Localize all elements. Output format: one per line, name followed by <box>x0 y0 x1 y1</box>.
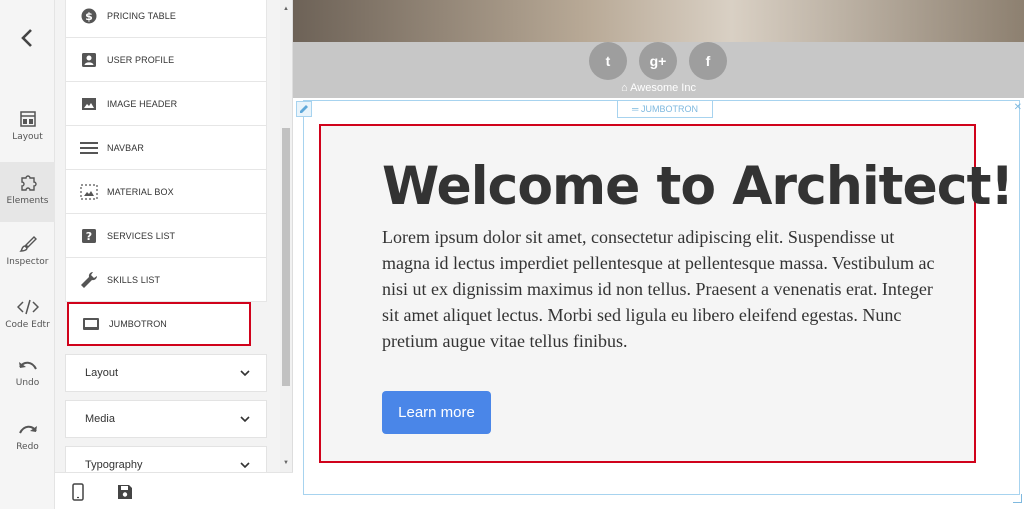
twitter-icon[interactable]: t <box>589 42 627 80</box>
header-image <box>293 0 1024 42</box>
image-icon <box>79 94 99 114</box>
element-label: IMAGE HEADER <box>107 98 178 109</box>
brand-logo-icon: ⌂ <box>621 82 628 94</box>
mobile-icon[interactable] <box>69 483 87 501</box>
element-image-header[interactable]: IMAGE HEADER <box>65 82 267 126</box>
chevron-down-icon <box>240 370 250 376</box>
rail-label: Elements <box>6 196 49 206</box>
element-material-box[interactable]: MATERIAL BOX <box>65 170 267 214</box>
element-label: MATERIAL BOX <box>107 186 174 197</box>
editor-canvas[interactable]: t g+ f ⌂ Awesome Inc ═ JUMBOTRON ✕ Welco… <box>293 0 1024 509</box>
google-plus-glyph: g+ <box>649 53 667 69</box>
rail-label: Layout <box>12 132 43 142</box>
code-icon <box>16 299 39 315</box>
undo-icon <box>18 361 37 370</box>
jumbotron[interactable]: Welcome to Architect! Lorem ipsum dolor … <box>319 124 1014 463</box>
panel-bottom-bar <box>55 472 293 509</box>
rail-undo[interactable]: Undo <box>0 360 55 420</box>
social-footer: t g+ f ⌂ Awesome Inc <box>293 42 1024 98</box>
rail-elements[interactable]: Elements <box>0 162 55 222</box>
redo-icon <box>18 425 37 434</box>
rail-layout[interactable]: Layout <box>0 110 55 170</box>
accordion-layout[interactable]: Layout <box>65 354 267 392</box>
facebook-icon[interactable]: f <box>689 42 727 80</box>
rail-label: Undo <box>15 378 40 388</box>
dollar-circle-icon: $ <box>79 6 99 26</box>
element-label: SERVICES LIST <box>107 230 176 241</box>
svg-text:?: ? <box>86 230 92 243</box>
element-jumbotron[interactable]: JUMBOTRON <box>67 302 251 346</box>
element-skills-list[interactable]: SKILLS LIST <box>65 258 267 302</box>
learn-more-button[interactable]: Learn more <box>382 391 491 434</box>
jumbotron-title: Welcome to Architect! <box>382 156 1014 217</box>
resize-handle-icon[interactable] <box>1013 494 1022 503</box>
accordion-media[interactable]: Media <box>65 400 267 438</box>
rail-label: Code Edtr <box>5 320 50 330</box>
rail-inspector[interactable]: Inspector <box>0 235 55 295</box>
accordion-label: Layout <box>85 367 119 379</box>
rail-label: Inspector <box>6 257 49 267</box>
rail-label: Redo <box>16 442 39 452</box>
chevron-down-icon <box>240 416 250 422</box>
element-label: PRICING TABLE <box>107 10 176 21</box>
scroll-up-arrow-icon[interactable]: ▲ <box>282 4 290 14</box>
back-arrow-icon[interactable] <box>16 24 38 52</box>
accordion-label: Typography <box>85 459 143 471</box>
element-label: NAVBAR <box>107 142 144 153</box>
brand-text: Awesome Inc <box>630 82 696 94</box>
element-services-list[interactable]: ? SERVICES LIST <box>65 214 267 258</box>
element-user-profile[interactable]: USER PROFILE <box>65 38 267 82</box>
facebook-glyph: f <box>705 53 711 69</box>
scroll-down-arrow-icon[interactable]: ▼ <box>282 458 290 468</box>
close-icon[interactable]: ✕ <box>1014 102 1022 113</box>
google-plus-icon[interactable]: g+ <box>639 42 677 80</box>
image-dashed-icon <box>79 182 99 202</box>
brush-icon <box>18 236 37 252</box>
element-label: USER PROFILE <box>107 54 175 65</box>
wrench-icon <box>79 270 99 290</box>
edit-pencil-icon[interactable] <box>296 101 312 117</box>
jumbotron-body: Lorem ipsum dolor sit amet, consectetur … <box>382 227 935 351</box>
svg-text:$: $ <box>85 10 93 23</box>
rail-code-editor[interactable]: Code Edtr <box>0 298 55 358</box>
elements-panel: $ PRICING TABLE USER PROFILE IMAGE HEADE… <box>55 0 293 509</box>
person-box-icon <box>79 50 99 70</box>
puzzle-icon <box>20 175 37 191</box>
drag-handle-icon: ═ <box>632 104 639 114</box>
help-box-icon: ? <box>79 226 99 246</box>
panel-scrollbar[interactable]: ▲ ▼ <box>280 0 292 472</box>
element-navbar[interactable]: NAVBAR <box>65 126 267 170</box>
element-label: JUMBOTRON <box>109 318 167 329</box>
element-pricing-table[interactable]: $ PRICING TABLE <box>65 0 267 38</box>
menu-icon <box>79 138 99 158</box>
scrollbar-thumb[interactable] <box>282 128 290 386</box>
layout-icon <box>19 111 36 127</box>
rail-redo[interactable]: Redo <box>0 424 55 484</box>
chevron-down-icon <box>240 462 250 468</box>
brand-name: ⌂ Awesome Inc <box>293 82 1024 94</box>
jumbotron-icon <box>81 314 101 334</box>
element-label: SKILLS LIST <box>107 274 161 285</box>
jumbotron-tag[interactable]: ═ JUMBOTRON <box>617 100 713 118</box>
left-rail: Layout Elements Inspector Code Edtr Undo… <box>0 0 55 509</box>
jumbotron-tag-label: JUMBOTRON <box>640 104 698 114</box>
twitter-glyph: t <box>605 53 611 69</box>
accordion-label: Media <box>85 413 115 425</box>
save-icon[interactable] <box>116 483 134 501</box>
